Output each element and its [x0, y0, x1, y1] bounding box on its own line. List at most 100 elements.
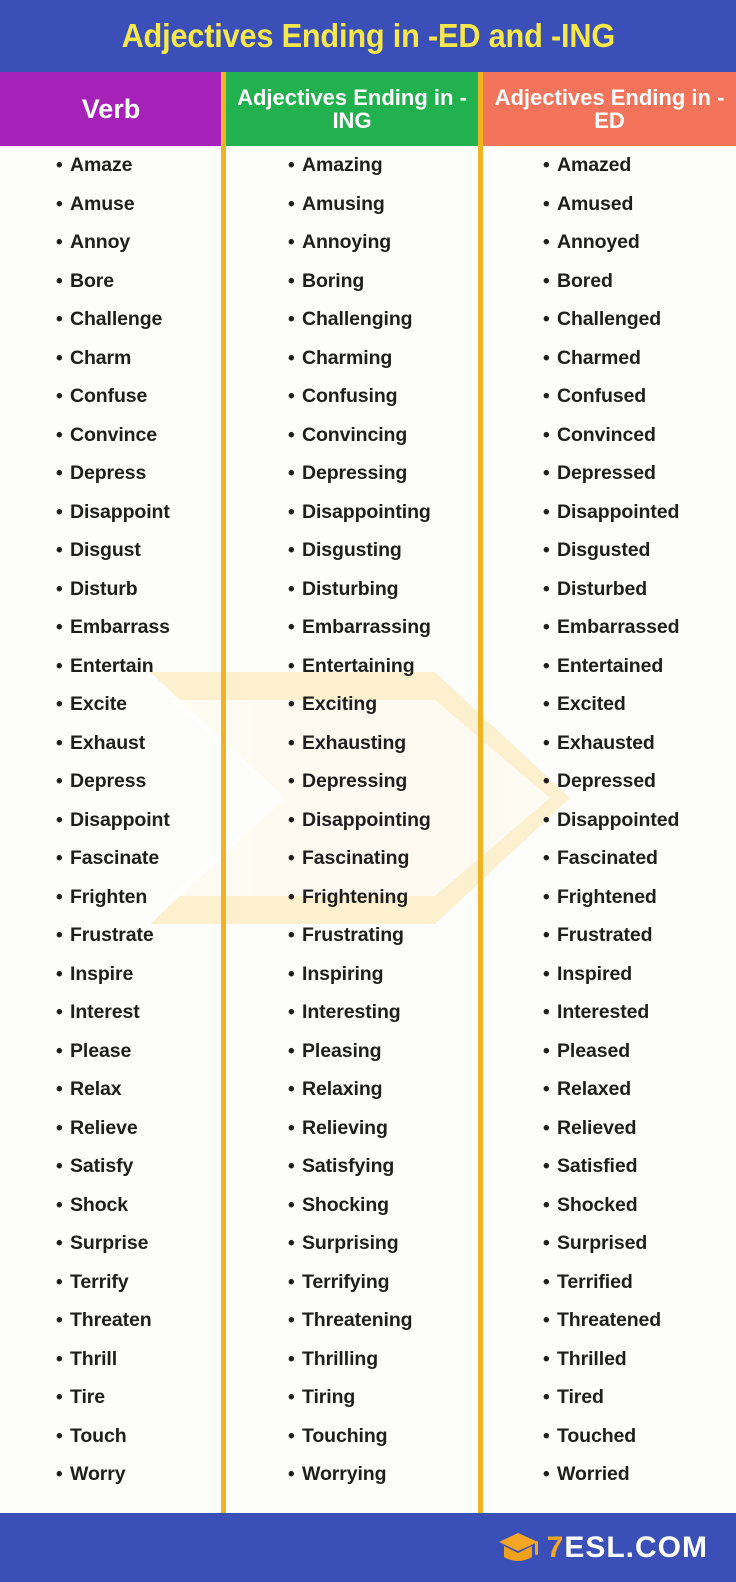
list-item: Disturbed: [483, 578, 736, 617]
bullet-icon: [288, 1350, 302, 1369]
bullet-icon: [288, 541, 302, 560]
word-label: Shocked: [557, 1193, 638, 1216]
list-item: Shocking: [226, 1194, 478, 1233]
bullet-icon: [288, 426, 302, 445]
list-item: Amazed: [483, 154, 736, 193]
verb-word-list: Amaze Amuse Annoy Bore Challenge Charm Confuse…: [0, 154, 221, 1502]
word-label: Depress: [70, 770, 147, 792]
list-item: Amaze: [0, 154, 221, 193]
list-item: Convincing: [226, 424, 478, 463]
word-label: Worried: [557, 1463, 630, 1485]
word-label: Excited: [557, 693, 626, 715]
bullet-icon: [56, 695, 70, 714]
title-banner: Adjectives Ending in -ED and -ING: [0, 0, 736, 72]
list-item: Confused: [483, 385, 736, 424]
list-item: Frighten: [0, 886, 221, 925]
list-item: Tire: [0, 1386, 221, 1425]
list-item: Inspired: [483, 963, 736, 1002]
word-label: Disappoint: [70, 808, 170, 831]
bullet-icon: [543, 464, 557, 483]
word-label: Embarrassing: [302, 616, 431, 638]
word-label: Bored: [557, 269, 613, 292]
list-item: Disgust: [0, 539, 221, 578]
bullet-icon: [56, 811, 70, 830]
word-label: Frightened: [557, 885, 657, 908]
list-item: Disturbing: [226, 578, 478, 617]
list-item: Relieving: [226, 1117, 478, 1156]
word-label: Charmed: [557, 346, 641, 369]
word-label: Challenging: [302, 308, 413, 330]
word-label: Charming: [302, 346, 393, 369]
column-header-ing: Adjectives Ending in -ING: [226, 72, 478, 146]
bullet-icon: [56, 1042, 70, 1061]
word-label: Relaxing: [302, 1078, 383, 1100]
bullet-icon: [543, 310, 557, 329]
word-label: Disturbing: [302, 577, 399, 600]
list-item: Pleased: [483, 1040, 736, 1079]
list-item: Interest: [0, 1001, 221, 1040]
list-item: Challenging: [226, 308, 478, 347]
list-item: Amazing: [226, 154, 478, 193]
word-label: Inspired: [557, 962, 633, 985]
bullet-icon: [543, 1388, 557, 1407]
bullet-icon: [543, 349, 557, 368]
bullet-icon: [543, 1080, 557, 1099]
bullet-icon: [56, 1465, 70, 1484]
bullet-icon: [543, 772, 557, 791]
list-item: Inspire: [0, 963, 221, 1002]
bullet-icon: [288, 1234, 302, 1253]
word-label: Disgusting: [302, 539, 402, 561]
bullet-icon: [56, 657, 70, 676]
bullet-icon: [288, 1080, 302, 1099]
infographic-poster: Adjectives Ending in -ED and -ING Verb A…: [0, 0, 736, 1582]
bullet-icon: [288, 387, 302, 406]
list-item: Tired: [483, 1386, 736, 1425]
list-item: Confusing: [226, 385, 478, 424]
bullet-icon: [543, 1042, 557, 1061]
list-item: Disappointed: [483, 501, 736, 540]
bullet-icon: [543, 965, 557, 984]
word-label: Challenge: [70, 308, 163, 330]
list-item: Charmed: [483, 347, 736, 386]
bullet-icon: [288, 1119, 302, 1138]
list-item: Charm: [0, 347, 221, 386]
word-label: Annoyed: [557, 231, 640, 253]
word-label: Disturbed: [557, 577, 648, 600]
bullet-icon: [56, 195, 70, 214]
bullet-icon: [56, 1157, 70, 1176]
bullet-icon: [543, 233, 557, 252]
footer-bar: 7ESL.COM: [0, 1513, 736, 1582]
list-item: Interested: [483, 1001, 736, 1040]
word-label: Exhausted: [557, 731, 655, 754]
bullet-icon: [543, 1157, 557, 1176]
bullet-icon: [288, 734, 302, 753]
list-item: Satisfy: [0, 1155, 221, 1194]
word-label: Amazing: [302, 154, 383, 176]
list-item: Disappointing: [226, 501, 478, 540]
list-item: Surprised: [483, 1232, 736, 1271]
word-label: Excite: [70, 693, 127, 715]
bullet-icon: [56, 1003, 70, 1022]
word-label: Disappointed: [557, 808, 680, 831]
list-item: Terrifying: [226, 1271, 478, 1310]
list-item: Entertaining: [226, 655, 478, 694]
list-item: Fascinating: [226, 847, 478, 886]
bullet-icon: [56, 310, 70, 329]
page-title: Adjectives Ending in -ED and -ING: [121, 17, 615, 54]
bullet-icon: [56, 1350, 70, 1369]
bullet-icon: [56, 1388, 70, 1407]
word-label: Convinced: [557, 423, 656, 446]
site-logo[interactable]: 7ESL.COM: [498, 1530, 708, 1565]
list-item: Bore: [0, 270, 221, 309]
list-item: Touch: [0, 1425, 221, 1464]
word-label: Worry: [70, 1463, 126, 1485]
column-ed: Amazed Amused Annoyed Bored Challenged Charme…: [483, 146, 736, 1513]
logo-seven: 7: [546, 1530, 565, 1564]
word-label: Embarrass: [70, 616, 170, 638]
list-item: Exhausting: [226, 732, 478, 771]
bullet-icon: [288, 1427, 302, 1446]
bullet-icon: [56, 1196, 70, 1215]
bullet-icon: [56, 772, 70, 791]
bullet-icon: [543, 387, 557, 406]
bullet-icon: [56, 1080, 70, 1099]
